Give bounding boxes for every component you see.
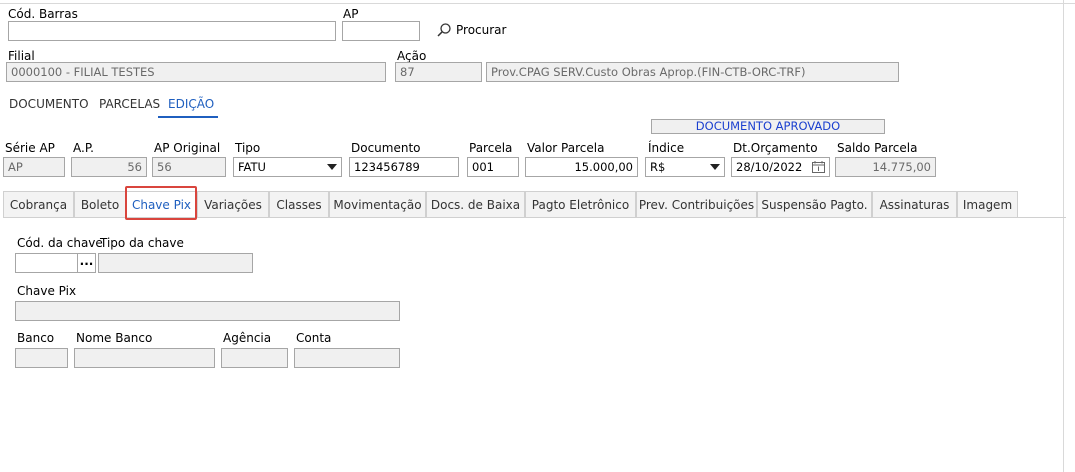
acao-desc-field: Prov.CPAG SERV.Custo Obras Aprop.(FIN-CT…	[486, 62, 899, 82]
serie-ap-field: AP	[3, 157, 65, 177]
acao-code-field: 87	[395, 62, 482, 82]
ap-original-label: AP Original	[154, 141, 221, 155]
documento-label: Documento	[351, 141, 421, 155]
chevron-down-icon	[327, 164, 337, 170]
ap-num-field: 56	[71, 157, 147, 177]
ap-num-label: A.P.	[73, 141, 94, 155]
search-icon	[437, 23, 451, 37]
serie-ap-label: Série AP	[5, 141, 55, 155]
tab-variacoes[interactable]: Variações	[197, 191, 269, 218]
tab-prev-contribuicoes[interactable]: Prev. Contribuições	[636, 191, 757, 218]
acao-label: Ação	[397, 49, 427, 63]
chevron-down-icon	[710, 164, 720, 170]
tab-docs-de-baixa[interactable]: Docs. de Baixa	[426, 191, 525, 218]
tab-pagto-eletronico[interactable]: Pagto Eletrônico	[525, 191, 636, 218]
parcela-label: Parcela	[469, 141, 513, 155]
banco-field	[15, 348, 68, 368]
tab-classes[interactable]: Classes	[269, 191, 329, 218]
tab-assinaturas[interactable]: Assinaturas	[872, 191, 957, 218]
indice-label: Índice	[648, 141, 685, 155]
agencia-field	[221, 348, 288, 368]
cod-chave-input[interactable]	[15, 253, 78, 273]
banco-label: Banco	[17, 331, 55, 345]
ap-original-field: 56	[152, 157, 226, 177]
nome-banco-label: Nome Banco	[76, 331, 153, 345]
tab-imagem[interactable]: Imagem	[957, 191, 1018, 218]
tipo-label: Tipo	[235, 141, 261, 155]
tab-movimentacao[interactable]: Movimentação	[329, 191, 426, 218]
valor-parcela-input[interactable]: 15.000,00	[525, 157, 638, 177]
barcode-label: Cód. Barras	[8, 7, 78, 21]
active-tab-highlight	[125, 186, 197, 220]
chave-pix-field	[15, 301, 400, 321]
filial-label: Filial	[8, 49, 35, 63]
tab-boleto[interactable]: Boleto	[74, 191, 126, 218]
tab-parcelas[interactable]: PARCELAS	[99, 97, 160, 111]
indice-select[interactable]: R$	[645, 157, 725, 177]
tab-edicao[interactable]: EDIÇÃO	[168, 97, 214, 111]
calendar-icon[interactable]	[812, 161, 825, 173]
cod-chave-label: Cód. da chave	[17, 236, 103, 250]
right-border	[1063, 0, 1064, 472]
tab-cobranca[interactable]: Cobrança	[3, 191, 74, 218]
saldo-parcela-label: Saldo Parcela	[837, 141, 918, 155]
ap-input[interactable]	[342, 21, 420, 41]
status-badge: DOCUMENTO APROVADO	[651, 119, 885, 134]
search-button[interactable]: Procurar	[436, 22, 506, 38]
tipo-chave-label: Tipo da chave	[100, 236, 184, 250]
saldo-parcela-field: 14.775,00	[835, 157, 936, 177]
ap-label: AP	[343, 7, 359, 21]
agencia-label: Agência	[223, 331, 272, 345]
conta-label: Conta	[296, 331, 332, 345]
parcela-input[interactable]: 001	[467, 157, 519, 177]
tipo-chave-field	[98, 253, 253, 273]
tipo-value: FATU	[238, 160, 266, 174]
lookup-button[interactable]: ...	[77, 253, 96, 273]
dt-orcamento-label: Dt.Orçamento	[733, 141, 818, 155]
chave-pix-label: Chave Pix	[17, 284, 77, 298]
top-border	[0, 3, 1075, 4]
indice-value: R$	[650, 160, 666, 174]
active-tab-underline	[158, 116, 218, 118]
documento-input[interactable]: 123456789	[349, 157, 459, 177]
valor-parcela-label: Valor Parcela	[527, 141, 605, 155]
tab-documento[interactable]: DOCUMENTO	[9, 97, 89, 111]
filial-field: 0000100 - FILIAL TESTES	[6, 62, 386, 82]
dt-orcamento-value: 28/10/2022	[736, 160, 803, 174]
tipo-select[interactable]: FATU	[233, 157, 342, 177]
tab-suspensao-pagto[interactable]: Suspensão Pagto.	[757, 191, 872, 218]
conta-field	[294, 348, 400, 368]
dt-orcamento-input[interactable]: 28/10/2022	[731, 157, 830, 177]
barcode-input[interactable]	[8, 21, 336, 41]
nome-banco-field	[74, 348, 215, 368]
search-button-label: Procurar	[456, 23, 507, 37]
